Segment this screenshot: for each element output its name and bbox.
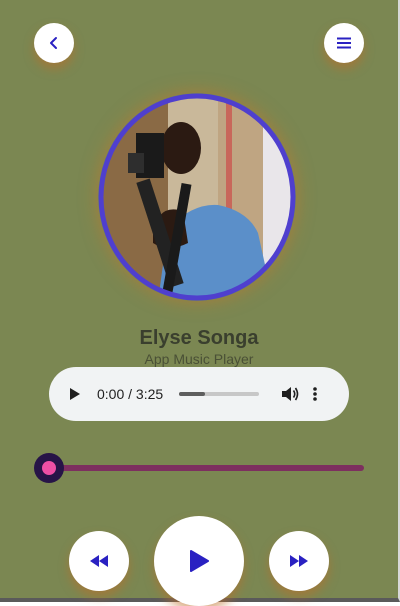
audio-time: 0:00 / 3:25 xyxy=(97,386,164,402)
artist-name: Elyse Songa xyxy=(139,327,259,349)
audio-player: 0:00 / 3:25 xyxy=(49,367,349,421)
play-button[interactable] xyxy=(154,516,244,606)
progress-thumb-dot xyxy=(42,461,56,475)
fast-forward-button[interactable] xyxy=(269,531,329,591)
volume-icon xyxy=(282,387,299,401)
play-icon xyxy=(190,550,209,572)
audio-seek-bar[interactable] xyxy=(179,392,259,396)
audio-play-button[interactable] xyxy=(69,387,97,401)
rewind-button[interactable] xyxy=(69,531,129,591)
back-button[interactable] xyxy=(34,23,74,63)
artist-photo xyxy=(98,93,296,301)
menu-button[interactable] xyxy=(324,23,364,63)
album-art xyxy=(98,93,296,301)
progress-thumb[interactable] xyxy=(34,453,64,483)
play-icon xyxy=(70,388,80,400)
volume-button[interactable] xyxy=(281,386,313,402)
audio-buffered xyxy=(179,392,206,396)
music-player-app: Elyse Songa App Music Player 0:00 / 3:25 xyxy=(0,0,400,606)
menu-icon xyxy=(337,37,351,49)
fast-forward-icon xyxy=(290,555,308,567)
audio-more-button[interactable] xyxy=(313,387,317,401)
progress-track[interactable] xyxy=(49,465,364,471)
rewind-icon xyxy=(90,555,108,567)
more-vertical-icon xyxy=(313,387,317,401)
chevron-left-icon xyxy=(50,37,57,49)
player-subtitle: App Music Player xyxy=(144,351,254,367)
